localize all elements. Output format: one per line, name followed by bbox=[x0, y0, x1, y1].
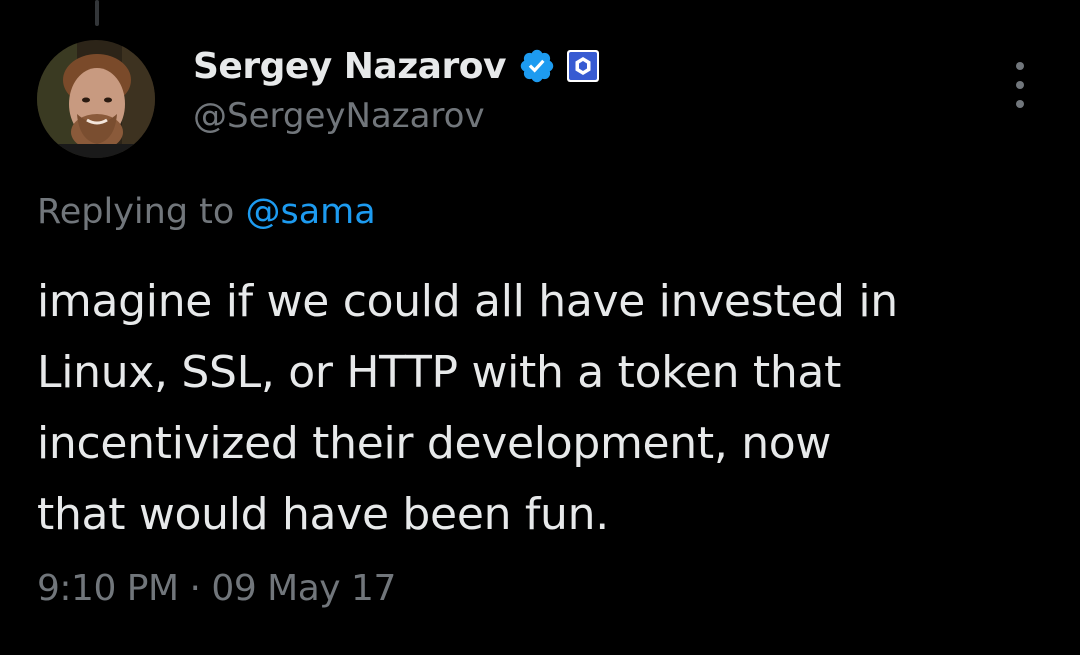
more-dot-icon bbox=[1016, 100, 1024, 108]
verified-badge-icon[interactable] bbox=[518, 47, 556, 85]
tweet-body: imagine if we could all have invested in… bbox=[37, 266, 1057, 550]
author-name-row: Sergey Nazarov bbox=[193, 40, 600, 92]
reply-mention-link[interactable]: @sama bbox=[245, 192, 375, 232]
thread-connector-line bbox=[95, 0, 99, 26]
timestamp-separator: · bbox=[189, 568, 201, 609]
author-display-name[interactable]: Sergey Nazarov bbox=[193, 46, 506, 87]
tweet-text-line: that would have been fun. bbox=[37, 489, 609, 540]
tweet-text-line: imagine if we could all have invested in bbox=[37, 276, 898, 327]
replying-to-prefix: Replying to bbox=[37, 192, 235, 232]
tweet-text-line: Linux, SSL, or HTTP with a token that bbox=[37, 347, 842, 398]
replying-to-line: Replying to @sama bbox=[37, 192, 376, 232]
tweet-date: 09 May 17 bbox=[211, 568, 396, 609]
more-dot-icon bbox=[1016, 81, 1024, 89]
more-dot-icon bbox=[1016, 62, 1024, 70]
tweet-time: 9:10 PM bbox=[37, 568, 179, 609]
avatar-photo bbox=[37, 40, 155, 158]
author-handle[interactable]: @SergeyNazarov bbox=[193, 96, 485, 136]
chainlink-affiliate-icon[interactable] bbox=[566, 49, 600, 83]
tweet-timestamp[interactable]: 9:10 PM · 09 May 17 bbox=[37, 568, 396, 609]
more-options-button[interactable] bbox=[1004, 62, 1036, 108]
avatar[interactable] bbox=[37, 40, 155, 158]
tweet-text-line: incentivized their development, now bbox=[37, 418, 832, 469]
